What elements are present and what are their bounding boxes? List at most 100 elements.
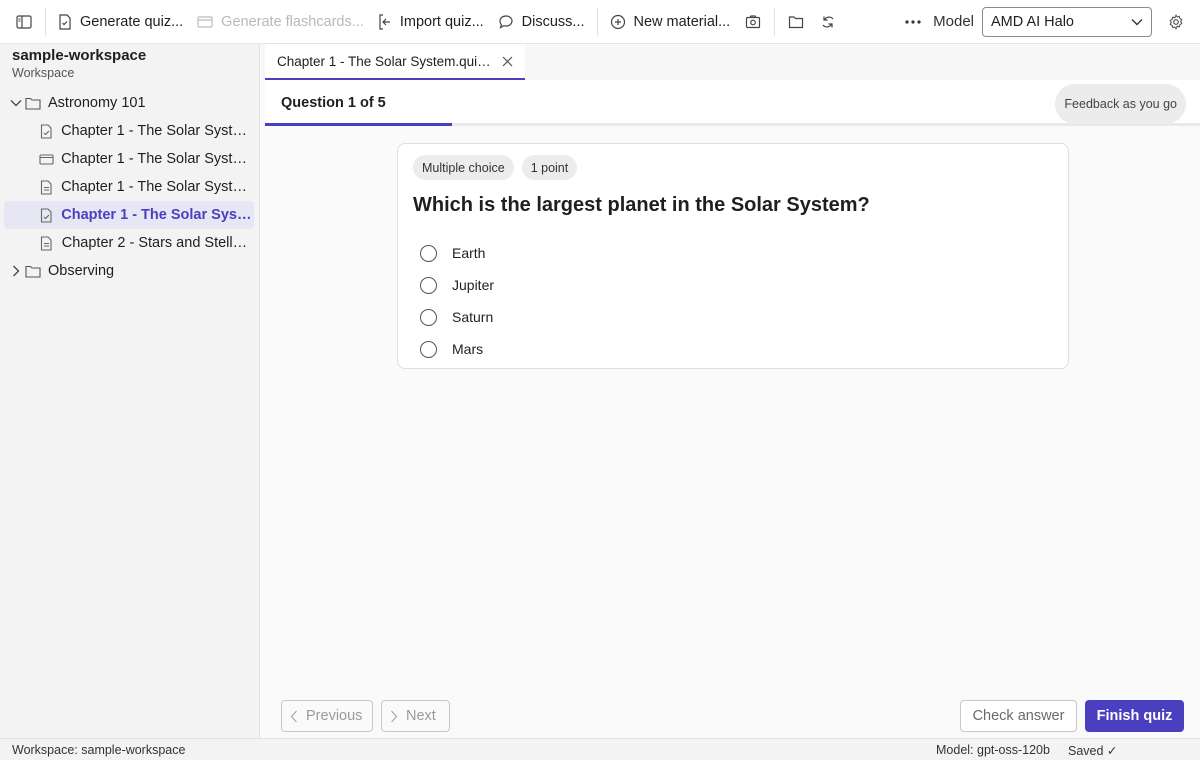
import-quiz-button[interactable]: Import quiz... xyxy=(371,6,491,38)
chevron-left-icon xyxy=(290,710,297,722)
tree-item-chapter1-flashcards[interactable]: Chapter 1 - The Solar System... xyxy=(4,145,254,173)
folder-icon xyxy=(24,265,42,278)
folder-icon xyxy=(24,97,42,110)
answer-option[interactable]: Saturn xyxy=(420,301,494,333)
quiz-progress-fill xyxy=(265,123,452,126)
chevron-right-icon[interactable] xyxy=(8,265,24,277)
check-answer-button[interactable]: Check answer xyxy=(960,700,1077,732)
workspace-label: Workspace xyxy=(12,66,75,80)
quiz-header: Question 1 of 5 Feedback as you go xyxy=(265,80,1200,126)
quiz-document-icon xyxy=(59,13,71,30)
close-icon[interactable] xyxy=(502,56,513,67)
toggle-sidebar-button[interactable] xyxy=(8,6,40,38)
more-horizontal-icon xyxy=(905,19,921,24)
quiz-footer: Previous Next Check answer Finish quiz xyxy=(261,694,1200,738)
finish-quiz-button[interactable]: Finish quiz xyxy=(1085,700,1184,732)
toolbar-separator xyxy=(596,7,598,36)
toolbar-separator xyxy=(774,7,776,36)
tree-item-chapter1-quiz-selected[interactable]: Chapter 1 - The Solar Syste... xyxy=(4,201,254,229)
question-meta: Multiple choice 1 point xyxy=(413,155,585,180)
question-text: Which is the largest planet in the Solar… xyxy=(413,194,870,216)
answer-option[interactable]: Jupiter xyxy=(420,269,494,301)
settings-button[interactable] xyxy=(1160,6,1192,38)
quiz-file-icon xyxy=(38,123,55,139)
import-icon xyxy=(379,13,390,30)
document-file-icon xyxy=(38,235,56,251)
radio-button[interactable] xyxy=(420,276,437,294)
sidebar-panel-icon xyxy=(16,14,32,29)
chevron-right-icon xyxy=(391,710,398,722)
chat-bubble-icon xyxy=(499,14,513,29)
previous-button[interactable]: Previous xyxy=(281,700,373,732)
question-type-badge: Multiple choice xyxy=(413,155,514,180)
answer-option-label: Earth xyxy=(452,245,486,261)
generate-flashcards-button[interactable]: Generate flashcards... xyxy=(190,6,371,38)
answer-option-label: Mars xyxy=(452,341,484,357)
camera-folder-button[interactable] xyxy=(737,6,769,38)
question-points-badge: 1 point xyxy=(521,155,578,180)
document-file-icon xyxy=(38,179,55,195)
chevron-down-icon[interactable] xyxy=(8,99,24,107)
generate-quiz-label: Generate quiz... xyxy=(80,13,184,30)
sidebar: sample-workspace Workspace Astronomy 101… xyxy=(0,44,260,738)
tree-item-chapter2-document[interactable]: Chapter 2 - Stars and Stellar... xyxy=(4,229,254,257)
generate-quiz-button[interactable]: Generate quiz... xyxy=(51,6,190,38)
tree-item-label: Observing xyxy=(48,263,115,279)
tree-item-label: Chapter 1 - The Solar System... xyxy=(61,179,254,195)
discuss-label: Discuss... xyxy=(521,13,585,30)
status-model: Model: gpt-oss-120b xyxy=(936,743,1050,757)
quiz-file-icon xyxy=(38,207,55,223)
tab-quiz-file[interactable]: Chapter 1 - The Solar System.quiz.js... xyxy=(265,44,525,80)
tree-item-chapter1-document[interactable]: Chapter 1 - The Solar System... xyxy=(4,173,254,201)
tree-folder-observing[interactable]: Observing xyxy=(4,257,254,285)
generate-flashcards-label: Generate flashcards... xyxy=(221,13,364,30)
model-select[interactable]: AMD AI Halo xyxy=(982,6,1152,37)
folder-icon xyxy=(789,15,804,28)
tree-folder-astronomy-101[interactable]: Astronomy 101 xyxy=(4,89,254,117)
radio-button[interactable] xyxy=(420,308,437,326)
quiz-progress-bar xyxy=(265,123,1200,126)
question-counter: Question 1 of 5 xyxy=(281,95,386,111)
model-select-value: AMD AI Halo xyxy=(991,13,1074,30)
status-bar: Workspace: sample-workspace Model: gpt-o… xyxy=(0,738,1200,760)
toolbar-separator xyxy=(45,7,46,36)
new-material-label: New material... xyxy=(633,13,731,30)
toolbar: Generate quiz... Generate flashcards... … xyxy=(0,0,1200,44)
model-label: Model xyxy=(933,13,974,30)
editor-tab-bar: Chapter 1 - The Solar System.quiz.js... xyxy=(261,44,1200,80)
open-folder-button[interactable] xyxy=(780,6,812,38)
answer-option[interactable]: Earth xyxy=(420,237,494,269)
camera-icon xyxy=(746,14,761,28)
status-workspace: Workspace: sample-workspace xyxy=(12,743,186,757)
file-tree: Astronomy 101 Chapter 1 - The Solar Syst… xyxy=(4,89,254,285)
tab-label: Chapter 1 - The Solar System.quiz.js... xyxy=(277,53,494,69)
feedback-mode-chip[interactable]: Feedback as you go xyxy=(1055,84,1186,124)
question-card: Multiple choice 1 point Which is the lar… xyxy=(397,143,1069,369)
answer-option-label: Jupiter xyxy=(452,277,495,293)
answer-option[interactable]: Mars xyxy=(420,333,494,365)
flashcards-icon xyxy=(197,15,213,28)
previous-label: Previous xyxy=(306,708,363,724)
radio-button[interactable] xyxy=(420,244,437,262)
tree-item-label: Astronomy 101 xyxy=(48,95,146,111)
tree-item-chapter1-quiz[interactable]: Chapter 1 - The Solar System... xyxy=(4,117,254,145)
tree-item-label: Chapter 1 - The Solar System... xyxy=(61,151,254,167)
sync-button[interactable] xyxy=(812,6,844,38)
status-saved: Saved ✓ xyxy=(1068,744,1118,758)
answer-option-label: Saturn xyxy=(452,309,494,325)
radio-button[interactable] xyxy=(420,340,437,358)
quiz-content: Multiple choice 1 point Which is the lar… xyxy=(261,128,1200,694)
import-quiz-label: Import quiz... xyxy=(399,13,484,30)
tree-item-label: Chapter 1 - The Solar Syste... xyxy=(61,207,254,223)
discuss-button[interactable]: Discuss... xyxy=(491,6,592,38)
more-options-button[interactable] xyxy=(897,6,929,38)
tree-item-label: Chapter 2 - Stars and Stellar... xyxy=(61,235,254,251)
next-button[interactable]: Next xyxy=(381,700,450,732)
answer-options: Earth Jupiter Saturn Mars xyxy=(420,237,494,365)
workspace-name: sample-workspace xyxy=(12,47,147,64)
sync-icon xyxy=(822,16,834,27)
flashcards-file-icon xyxy=(38,153,55,165)
chevron-down-icon xyxy=(1131,18,1143,25)
add-circle-icon xyxy=(610,14,625,29)
new-material-button[interactable]: New material... xyxy=(603,6,738,38)
